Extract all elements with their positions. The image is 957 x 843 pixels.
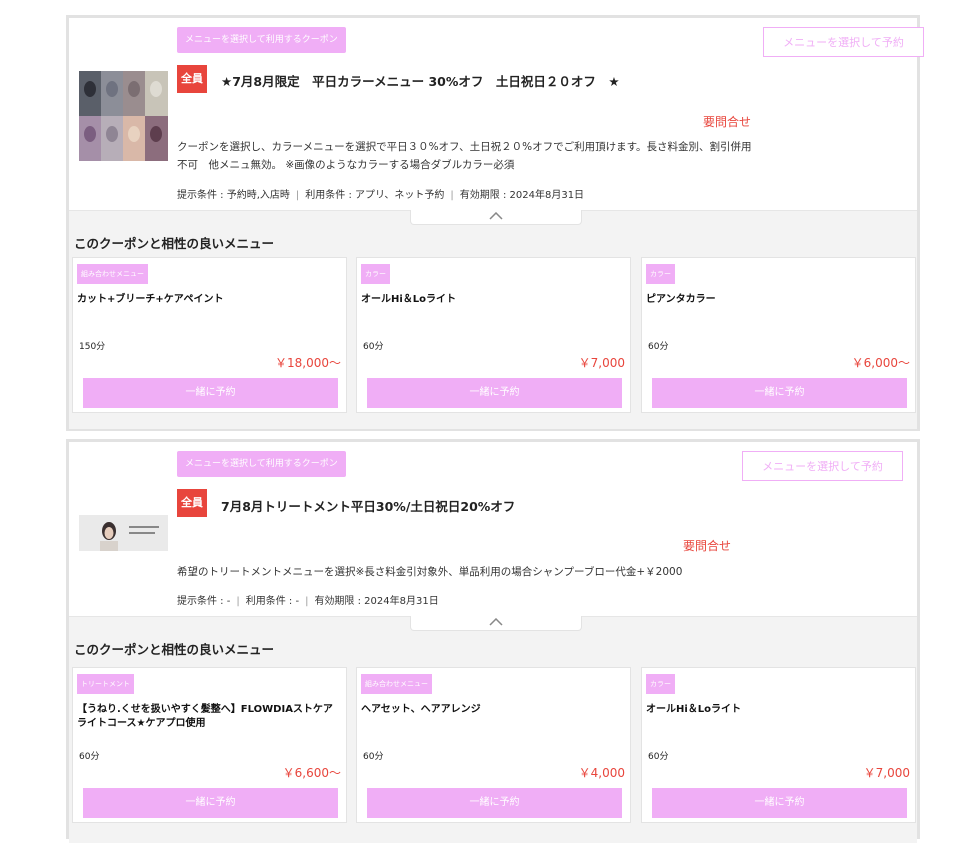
- matching-menus-heading: このクーポンと相性の良いメニュー: [74, 642, 275, 657]
- menu-select-coupon-badge: メニューを選択して利用するクーポン: [177, 451, 346, 477]
- menu-name: カット+ブリーチ+ケアペイント: [77, 294, 224, 305]
- select-menu-reserve-button[interactable]: メニューを選択して予約: [742, 451, 903, 481]
- expiry-date: 有効期限 : 2024年8月31日: [314, 596, 439, 607]
- menu-price: ￥7,000: [578, 356, 625, 370]
- coupon-card: メニューを選択して利用するクーポン メニューを選択して予約 全員 ★7月8月限定…: [66, 15, 924, 431]
- book-together-button[interactable]: 一緒に予約: [367, 788, 622, 818]
- menu-category-badge: 組み合わせメニュー: [361, 674, 432, 694]
- menu-price: ￥4,000: [578, 766, 625, 780]
- book-together-button[interactable]: 一緒に予約: [83, 378, 338, 408]
- menu-category-badge: カラー: [646, 674, 675, 694]
- menu-name: 【うねり.くせを扱いやすく髪整へ】FLOWDIAストケアライトコース★ケアプロ使…: [77, 704, 333, 729]
- matching-menus-section: このクーポンと相性の良いメニュー 組み合わせメニュー カット+ブリーチ+ケアペイ…: [69, 210, 917, 429]
- presentation-condition: 提示条件 : 予約時,入店時: [177, 190, 290, 201]
- select-menu-reserve-button[interactable]: メニューを選択して予約: [763, 27, 924, 57]
- menu-duration: 60分: [648, 752, 669, 762]
- menu-price: ￥7,000: [863, 766, 910, 780]
- coupon-conditions: 提示条件 : 予約時,入店時 | 利用条件 : アプリ、ネット予約 | 有効期限 : 2…: [177, 190, 585, 201]
- coupon-card: メニューを選択して利用するクーポン メニューを選択して予約 全員 7月8月トリー…: [66, 439, 920, 843]
- menu-category-badge: カラー: [646, 264, 675, 284]
- menu-card: トリートメント 【うねり.くせを扱いやすく髪整へ】FLOWDIAストケアライトコ…: [72, 667, 347, 823]
- expiry-date: 有効期限 : 2024年8月31日: [459, 190, 585, 201]
- menu-card: カラー ピアンタカラー 60分 ￥6,000～ 一緒に予約: [641, 257, 916, 413]
- menu-price: ￥6,000～: [851, 356, 910, 370]
- menu-category-badge: 組み合わせメニュー: [77, 264, 148, 284]
- coupon-title: 7月8月トリートメント平日30%/土日祝日20%オフ: [221, 499, 516, 514]
- collapse-toggle[interactable]: [410, 210, 582, 225]
- chevron-up-icon: [489, 618, 503, 626]
- usage-condition: 利用条件 : アプリ、ネット予約: [305, 190, 445, 201]
- matching-menus-section: このクーポンと相性の良いメニュー トリートメント 【うねり.くせを扱いやすく髪整…: [69, 616, 917, 843]
- book-together-button[interactable]: 一緒に予約: [83, 788, 338, 818]
- collapse-toggle[interactable]: [410, 616, 582, 631]
- menu-card: カラー オールHi＆Loライト 60分 ￥7,000 一緒に予約: [641, 667, 916, 823]
- menu-name: ピアンタカラー: [646, 294, 716, 305]
- coupon-price: 要問合せ: [703, 115, 752, 129]
- menu-duration: 60分: [648, 342, 669, 352]
- coupon-price: 要問合せ: [683, 539, 732, 553]
- menu-select-coupon-badge: メニューを選択して利用するクーポン: [177, 27, 346, 53]
- coupon-description: 希望のトリートメントメニューを選択※長さ料金引対象外、単品利用の場合シャンプーブ…: [177, 566, 683, 578]
- coupon-conditions: 提示条件 : - | 利用条件 : - | 有効期限 : 2024年8月31日: [177, 596, 439, 607]
- coupon-header: メニューを選択して利用するクーポン メニューを選択して予約 全員 7月8月トリー…: [69, 442, 917, 616]
- menu-category-badge: トリートメント: [77, 674, 134, 694]
- menu-category-badge: カラー: [361, 264, 390, 284]
- menu-card: 組み合わせメニュー ヘアセット、ヘアアレンジ 60分 ￥4,000 一緒に予約: [356, 667, 631, 823]
- coupon-header: メニューを選択して利用するクーポン メニューを選択して予約 全員 ★7月8月限定…: [69, 18, 924, 210]
- menu-price: ￥18,000～: [275, 356, 341, 370]
- coupon-photo-grid: [79, 71, 168, 161]
- menu-card: カラー オールHi＆Loライト 60分 ￥7,000 一緒に予約: [356, 257, 631, 413]
- menu-name: オールHi＆Loライト: [646, 704, 742, 715]
- menu-duration: 60分: [363, 342, 384, 352]
- menu-name: オールHi＆Loライト: [361, 294, 457, 305]
- presentation-condition: 提示条件 : -: [177, 596, 231, 607]
- target-all-tag: 全員: [177, 489, 207, 517]
- menu-duration: 60分: [363, 752, 384, 762]
- book-together-button[interactable]: 一緒に予約: [652, 378, 907, 408]
- matching-menus-heading: このクーポンと相性の良いメニュー: [74, 236, 275, 251]
- coupon-photo: [79, 515, 168, 551]
- menu-name: ヘアセット、ヘアアレンジ: [361, 704, 481, 715]
- menu-price: ￥6,600～: [282, 766, 341, 780]
- book-together-button[interactable]: 一緒に予約: [652, 788, 907, 818]
- coupon-description: クーポンを選択し、カラーメニューを選択で平日３０%オフ、土日祝２０%オフでご利用…: [177, 141, 752, 171]
- menu-duration: 150分: [79, 342, 106, 352]
- book-together-button[interactable]: 一緒に予約: [367, 378, 622, 408]
- usage-condition: 利用条件 : -: [245, 596, 300, 607]
- menu-duration: 60分: [79, 752, 100, 762]
- target-all-tag: 全員: [177, 65, 207, 93]
- coupon-title: ★7月8月限定 平日カラーメニュー 30%オフ 土日祝日２０オフ ★: [221, 74, 620, 89]
- menu-card: 組み合わせメニュー カット+ブリーチ+ケアペイント 150分 ￥18,000～ …: [72, 257, 347, 413]
- chevron-up-icon: [489, 212, 503, 220]
